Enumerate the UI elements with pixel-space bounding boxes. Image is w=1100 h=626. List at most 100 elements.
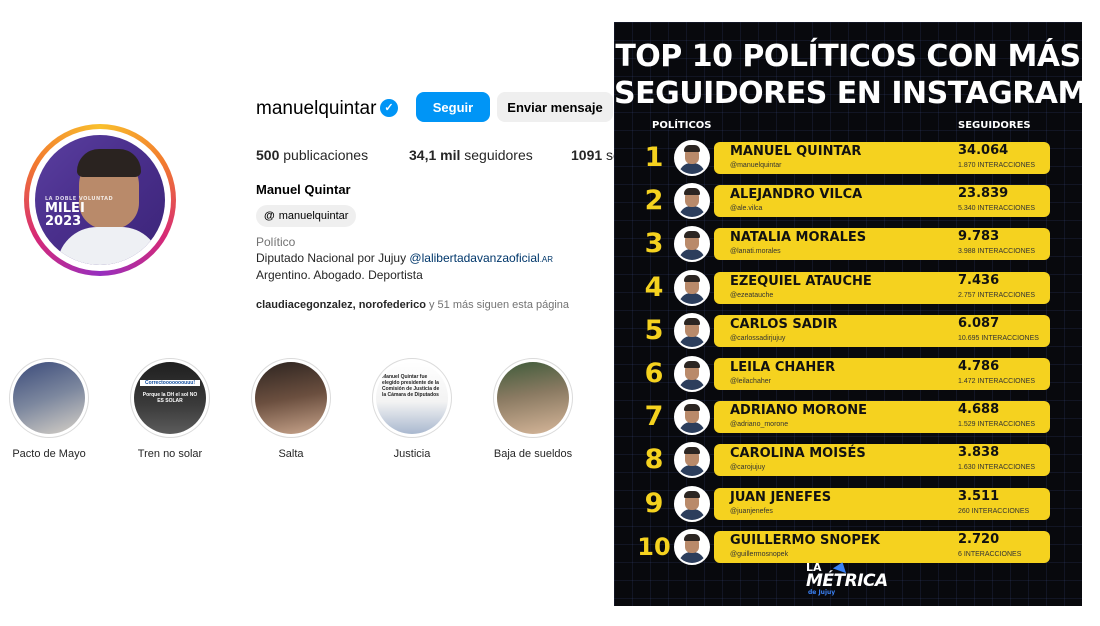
rank-number: 9 [644,487,664,519]
politician-handle: @lanati.morales [730,248,781,256]
politician-name: EZEQUIEL ATAUCHE [730,273,872,289]
follower-count: 7.436 [958,272,1000,288]
interaction-count: 2.757 INTERACCIONES [958,291,1036,299]
politician-photo [674,183,710,220]
politician-name: CAROLINA MOISÉS [730,446,866,462]
politician-photo [674,485,710,522]
politician-photo [674,399,710,436]
highlight-cover [13,362,85,434]
highlight-label: Baja de sueldos [493,448,573,460]
politician-name: ALEJANDRO VILCA [730,187,863,203]
highlight-cover [497,362,569,434]
highlight-pacto-de-mayo[interactable]: Pacto de Mayo [0,358,109,460]
highlight-salta[interactable]: Salta [231,358,351,460]
ranking-row: 10 GUILLERMO SNOPEK @guillermosnopek 2.720 6… [614,528,1082,565]
rank-number: 6 [644,358,664,389]
highlight-cover [255,362,327,434]
rank-number: 1 [644,142,664,173]
interaction-count: 1.870 INTERACCIONES [958,162,1036,169]
politician-name: JUAN JENEFES [730,489,832,505]
politician-name: CARLOS SADIR [730,316,838,332]
column-header-politicos: POLÍTICOS [652,120,712,131]
avatar-badge: LA DOBLE VOLUNTAD MILEI 2023 [45,196,114,229]
interaction-count: 10.695 INTERACCIONES [958,334,1039,342]
threads-icon: @ [264,210,275,222]
follower-count: 3.838 [958,445,1000,461]
interaction-count: 6 INTERACCIONES [958,550,1022,558]
follow-button[interactable]: Seguir [416,92,490,122]
bio-line-2: Argentino. Abogado. Deportista [256,268,423,282]
follower-count: 3.511 [958,488,1000,504]
politician-photo [674,269,710,306]
rank-number: 5 [644,314,664,346]
bio-link[interactable]: @lalibertadavanzaoficial [409,251,539,265]
highlight-baja-de-sueldos[interactable]: Baja de sueldos [473,358,593,460]
follower-count: 4.786 [958,359,1000,374]
profile-username: manuelquintar [256,98,377,119]
highlight-cover: Manuel Quintar fue elegido presidente de… [376,362,448,434]
highlight-tren-no-solar[interactable]: Correctooooooouuu! Porque la DH el sol N… [110,358,230,460]
interaction-count: 1.630 INTERACCIONES [958,464,1036,472]
profile-category: Político [256,235,296,249]
highlight-justicia[interactable]: Manuel Quintar fue elegido presidente de… [352,358,472,460]
politician-photo [674,442,710,479]
rank-number: 4 [644,271,664,303]
stat-followers[interactable]: 34,1 mil seguidores [409,147,533,163]
follower-count: 9.783 [958,229,1000,245]
rank-number: 10 [637,532,671,561]
interaction-count: 1.529 INTERACCIONES [958,421,1036,429]
infographic-title-line-2: SEGUIDORES EN INSTAGRAM [614,76,1082,111]
politician-photo [674,528,710,565]
threads-link[interactable]: @ manuelquintar [256,205,357,227]
politician-photo [674,140,710,176]
politician-handle: @adriano_morone [730,421,789,429]
interaction-count: 1.472 INTERACCIONES [958,378,1036,385]
ranking-row: 1 MANUEL QUINTAR @manuelquintar 34.064 1.870… [614,140,1082,176]
ranking-row: 9 JUAN JENEFES @juanjenefes 3.511 260 INTERA… [614,485,1082,522]
send-message-button[interactable]: Enviar mensaje [497,92,613,122]
politician-handle: @leilachaher [730,378,771,385]
politician-name: GUILLERMO SNOPEK [730,532,880,548]
politician-name: LEILA CHAHER [730,360,836,375]
politician-photo [674,356,710,392]
profile-full-name: Manuel Quintar [256,182,351,197]
highlight-label: Pacto de Mayo [12,448,86,460]
ranking-row: 2 ALEJANDRO VILCA @ale.vilca 23.839 5.340 IN… [614,183,1082,220]
politician-handle: @carojujuy [730,464,766,472]
politician-handle: @carlossadirjujuy [730,334,786,342]
highlight-label: Salta [278,448,304,460]
highlight-cover: Correctooooooouuu! Porque la DH el sol N… [134,362,206,434]
ranking-infographic: TOP 10 POLÍTICOS CON MÁS SEGUIDORES EN I… [614,22,1082,606]
politician-handle: @ezeatauche [730,291,774,299]
follower-count: 6.087 [958,315,1000,331]
stat-posts: 500 publicaciones [256,147,369,163]
highlight-label: Tren no solar [137,448,203,460]
highlight-label: Justicia [393,448,431,460]
interaction-count: 3.988 INTERACCIONES [958,248,1036,256]
follower-count: 4.688 [958,402,1000,418]
ranking-row: 4 EZEQUIEL ATAUCHE @ezeatauche 7.436 2.757 I… [614,269,1082,306]
verified-badge-icon: ✓ [380,99,398,117]
ranking-row: 3 NATALIA MORALES @lanati.morales 9.783 3.98… [614,226,1082,263]
follower-count: 23.839 [958,186,1009,202]
rank-number: 2 [644,185,664,217]
follower-count: 2.720 [958,531,1000,547]
politician-name: ADRIANO MORONE [730,403,868,419]
politician-photo [674,312,710,349]
politician-name: MANUEL QUINTAR [730,144,862,159]
ranking-row: 5 CARLOS SADIR @carlossadirjujuy 6.087 10.69… [614,312,1082,349]
followed-by[interactable]: claudiacegonzalez, norofederico y 51 más… [256,299,569,311]
infographic-title-line-1: TOP 10 POLÍTICOS CON MÁS [615,39,1081,74]
politician-handle: @guillermosnopek [730,550,789,558]
profile-avatar[interactable]: LA DOBLE VOLUNTAD MILEI 2023 [24,124,176,276]
ranking-row: 6 LEILA CHAHER @leilachaher 4.786 1.472 INTE… [614,356,1082,392]
ranking-row: 8 CAROLINA MOISÉS @carojujuy 3.838 1.630 INT… [614,442,1082,479]
interaction-count: 5.340 INTERACCIONES [958,205,1036,213]
rank-number: 7 [644,401,664,433]
rank-number: 3 [644,228,664,260]
column-header-seguidores: SEGUIDORES [958,120,1031,131]
interaction-count: 260 INTERACCIONES [958,507,1030,515]
politician-name: NATALIA MORALES [730,230,867,246]
avatar-image: LA DOBLE VOLUNTAD MILEI 2023 [35,135,165,265]
bio-line-1: Diputado Nacional por Jujuy @lalibertada… [256,251,554,265]
